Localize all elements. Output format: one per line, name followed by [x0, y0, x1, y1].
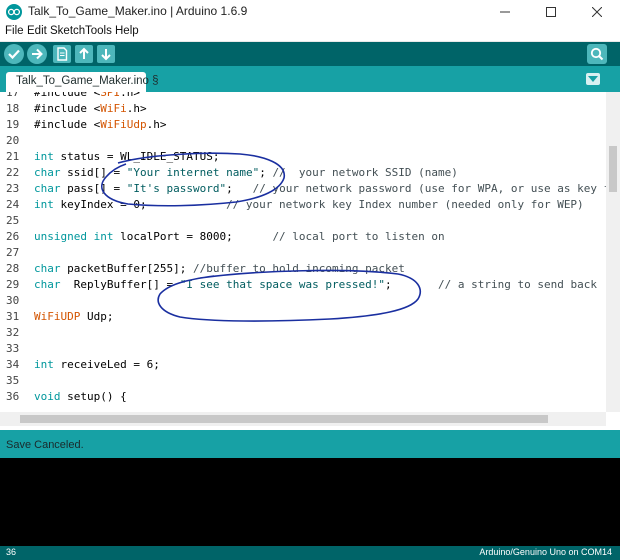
menu-file[interactable]: File	[5, 25, 24, 37]
code-line[interactable]: 36 void setup() {	[0, 389, 606, 405]
new-icon	[57, 47, 68, 61]
line-number: 27	[6, 246, 20, 259]
line-number: 28	[6, 262, 20, 275]
horizontal-scroll-thumb[interactable]	[20, 415, 548, 423]
code-line[interactable]: 24 int keyIndex = 0; // your network key …	[0, 197, 606, 213]
open-button[interactable]	[75, 45, 93, 63]
vertical-scrollbar[interactable]	[606, 92, 620, 412]
code-line[interactable]: 32	[0, 325, 606, 341]
code-line[interactable]: 34 int receiveLed = 6;	[0, 357, 606, 373]
line-number: 26	[6, 230, 20, 243]
bottom-status-bar: 36 Arduino/Genuino Uno on COM14	[0, 546, 620, 560]
console-output[interactable]	[0, 458, 620, 546]
chevron-down-icon	[588, 76, 598, 82]
line-number: 24	[6, 198, 20, 211]
line-number: 32	[6, 326, 20, 339]
code-text: char ReplyBuffer[] = "I see that space w…	[34, 278, 597, 291]
menu-help[interactable]: Help	[115, 25, 139, 37]
code-line[interactable]: 25	[0, 213, 606, 229]
menu-edit[interactable]: Edit	[27, 25, 47, 37]
menu-tools[interactable]: Tools	[85, 25, 112, 37]
status-message: Save Canceled.	[6, 439, 84, 451]
tab-talk-to-game-maker[interactable]: Talk_To_Game_Maker.ino §	[6, 72, 159, 92]
code-text: WiFiUDP Udp;	[34, 310, 114, 323]
code-text: int keyIndex = 0; // your network key In…	[34, 198, 584, 211]
line-number: 35	[6, 374, 20, 387]
arduino-logo-icon	[6, 4, 22, 20]
board-port-indicator: Arduino/Genuino Uno on COM14	[479, 547, 612, 557]
line-number: 21	[6, 150, 20, 163]
code-line[interactable]: 33	[0, 341, 606, 357]
horizontal-scrollbar[interactable]	[0, 412, 606, 426]
menu-bar: File Edit Sketch Tools Help	[0, 24, 620, 42]
code-editor[interactable]: 17 #include <SPI.h> 18 #include <WiFi.h> 19 #…	[0, 92, 620, 412]
close-button[interactable]	[574, 0, 620, 24]
code-text: #include <SPI.h>	[34, 92, 140, 99]
code-text: int status = WL_IDLE_STATUS;	[34, 150, 220, 163]
line-number-indicator: 36	[6, 547, 17, 557]
code-line[interactable]: 21 int status = WL_IDLE_STATUS;	[0, 149, 606, 165]
code-line[interactable]: 29 char ReplyBuffer[] = "I see that space…	[0, 277, 606, 293]
line-number: 25	[6, 214, 20, 227]
code-line[interactable]: 17 #include <SPI.h>	[0, 92, 606, 101]
code-line[interactable]: 20	[0, 133, 606, 149]
line-number: 31	[6, 310, 20, 323]
code-text: #include <WiFiUdp.h>	[34, 118, 167, 131]
save-icon	[101, 49, 111, 61]
toolbar	[0, 42, 620, 66]
verify-icon	[8, 49, 20, 60]
code-line[interactable]: 28 char packetBuffer[255]; //buffer to ho…	[0, 261, 606, 277]
line-number: 20	[6, 134, 20, 147]
title-bar: Talk_To_Game_Maker.ino | Arduino 1.6.9	[0, 0, 620, 24]
tab-label: Talk_To_Game_Maker.ino §	[16, 75, 159, 87]
line-number: 36	[6, 390, 20, 403]
code-line[interactable]: 27	[0, 245, 606, 261]
code-text: void setup() {	[34, 390, 127, 403]
minimize-button[interactable]	[482, 0, 528, 24]
vertical-scroll-thumb[interactable]	[609, 146, 617, 192]
code-line[interactable]: 35	[0, 373, 606, 389]
code-text: char packetBuffer[255]; //buffer to hold…	[34, 262, 405, 275]
code-line[interactable]: 18 #include <WiFi.h>	[0, 101, 606, 117]
menu-sketch[interactable]: Sketch	[50, 25, 85, 37]
upload-button[interactable]	[27, 44, 47, 64]
tab-strip: Talk_To_Game_Maker.ino §	[0, 66, 620, 92]
code-line[interactable]: 31 WiFiUDP Udp;	[0, 309, 606, 325]
line-number: 30	[6, 294, 20, 307]
code-text: char ssid[] = "Your internet name"; // y…	[34, 166, 458, 179]
window-title: Talk_To_Game_Maker.ino | Arduino 1.6.9	[28, 4, 248, 18]
upload-icon	[32, 48, 43, 60]
verify-button[interactable]	[4, 44, 24, 64]
code-line[interactable]: 22 char ssid[] = "Your internet name"; //…	[0, 165, 606, 181]
code-text: char pass[] = "It's password"; // your n…	[34, 182, 611, 195]
open-icon	[79, 47, 89, 59]
code-line[interactable]: 30	[0, 293, 606, 309]
tab-menu-button[interactable]	[586, 73, 600, 85]
serial-monitor-button[interactable]	[587, 44, 607, 64]
line-number: 17	[6, 92, 20, 99]
maximize-button[interactable]	[528, 0, 574, 24]
code-line[interactable]: 23 char pass[] = "It's password"; // your…	[0, 181, 610, 197]
new-button[interactable]	[53, 45, 71, 63]
line-number: 34	[6, 358, 20, 371]
code-text: unsigned int localPort = 8000; // local …	[34, 230, 445, 243]
line-number: 29	[6, 278, 20, 291]
line-number: 19	[6, 118, 20, 131]
line-number: 33	[6, 342, 20, 355]
code-line[interactable]: 19 #include <WiFiUdp.h>	[0, 117, 606, 133]
serial-monitor-icon	[590, 47, 604, 61]
line-number: 22	[6, 166, 20, 179]
code-text: #include <WiFi.h>	[34, 102, 147, 115]
code-text: int receiveLed = 6;	[34, 358, 160, 371]
code-line[interactable]: 26 unsigned int localPort = 8000; // loca…	[0, 229, 606, 245]
line-number: 18	[6, 102, 20, 115]
message-bar: Save Canceled.	[0, 430, 620, 458]
line-number: 23	[6, 182, 20, 195]
save-button[interactable]	[97, 45, 115, 63]
